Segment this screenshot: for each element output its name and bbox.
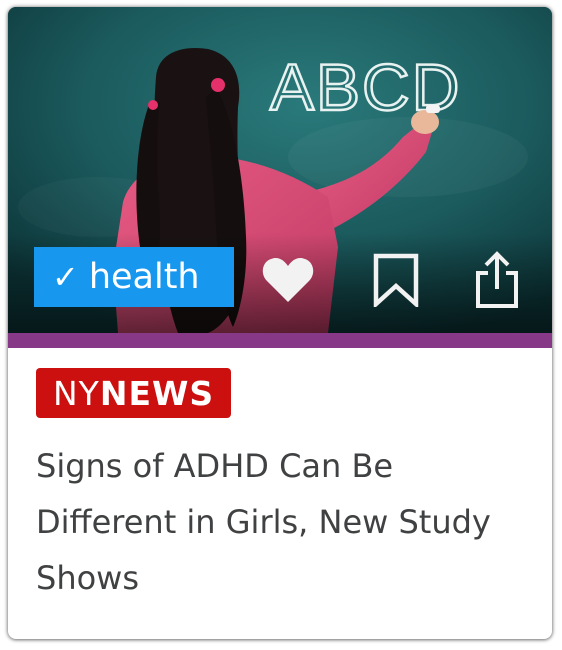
article-image[interactable]: ABCD ✓ health	[8, 7, 552, 333]
like-button[interactable]	[258, 250, 318, 310]
article-headline[interactable]: Signs of ADHD Can Be Different in Girls,…	[36, 438, 526, 606]
share-button[interactable]	[467, 250, 527, 310]
bookmark-icon	[373, 253, 419, 307]
category-label: health	[88, 257, 200, 297]
bookmark-button[interactable]	[366, 250, 426, 310]
heart-icon	[262, 257, 314, 302]
share-icon	[476, 251, 518, 308]
checkmark-icon: ✓	[52, 258, 79, 296]
article-card[interactable]: ABCD ✓ health NY NEWS Signs of ADHD Can …	[8, 7, 552, 639]
source-prefix: NY	[53, 373, 100, 413]
category-tag[interactable]: ✓ health	[34, 247, 234, 307]
source-badge: NY NEWS	[36, 368, 232, 418]
accent-bar	[8, 333, 552, 348]
source-name: NEWS	[99, 373, 215, 413]
